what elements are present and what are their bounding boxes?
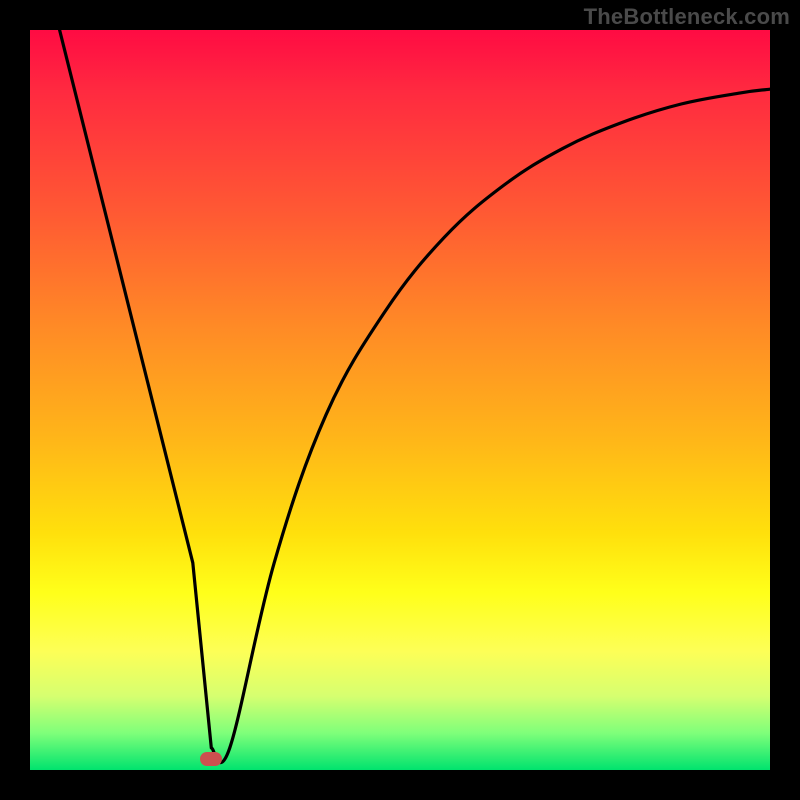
chart-frame: TheBottleneck.com	[0, 0, 800, 800]
minimum-marker	[200, 752, 222, 766]
bottleneck-curve	[30, 30, 770, 770]
plot-area	[30, 30, 770, 770]
curve-path	[60, 30, 770, 763]
watermark-text: TheBottleneck.com	[584, 4, 790, 30]
